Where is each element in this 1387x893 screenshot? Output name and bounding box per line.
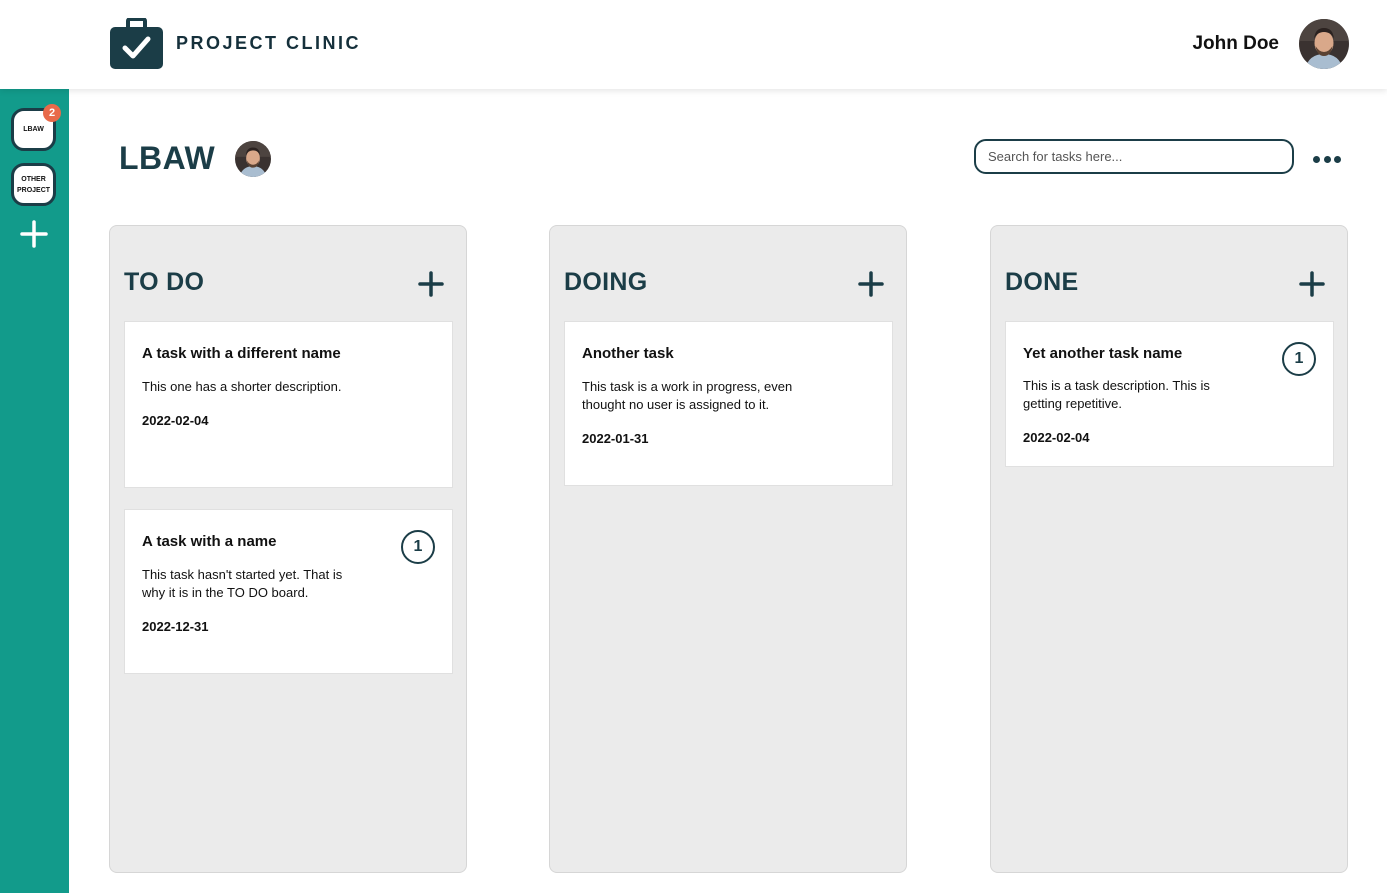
user-name: John Doe: [1192, 33, 1279, 54]
task-description: This task is a work in progress, even th…: [582, 379, 793, 412]
column-title: DOING: [564, 268, 648, 296]
task-search-input[interactable]: [974, 139, 1294, 174]
task-title: Another task: [582, 345, 674, 362]
column-title: TO DO: [124, 268, 205, 296]
task-card[interactable]: A task with a different name This one ha…: [124, 321, 453, 488]
column-title: DONE: [1005, 268, 1079, 296]
user-avatar[interactable]: [1299, 19, 1349, 69]
project-header: LBAW: [119, 140, 272, 177]
task-due-date: 2022-02-04: [142, 413, 209, 428]
assignee-count-badge[interactable]: 1: [401, 530, 435, 564]
task-description: This task hasn't started yet. That is wh…: [142, 567, 343, 600]
project-member-avatar[interactable]: [235, 140, 272, 177]
column-to-do: TO DO A task with a different name This …: [109, 225, 467, 873]
sidebar-project-lbaw[interactable]: LBAW 2: [11, 104, 61, 151]
sidebar-project-label: LBAW: [23, 126, 44, 133]
brand[interactable]: PROJECT CLINIC: [110, 18, 361, 69]
add-task-plus-icon[interactable]: [858, 271, 884, 297]
briefcase-check-icon: [110, 18, 163, 69]
project-sidebar: LBAW 2 OTHER PROJECT: [0, 89, 69, 893]
dot: [1323, 155, 1331, 163]
task-title: A task with a different name: [142, 345, 341, 362]
task-due-date: 2022-02-04: [1023, 430, 1090, 445]
task-title: Yet another task name: [1023, 345, 1183, 362]
task-card[interactable]: Yet another task name This is a task des…: [1005, 321, 1334, 467]
task-due-date: 2022-01-31: [582, 431, 649, 446]
task-card[interactable]: Another task This task is a work in prog…: [564, 321, 893, 486]
task-title: A task with a name: [142, 533, 277, 550]
sidebar-project-other-project[interactable]: OTHER PROJECT: [11, 163, 56, 206]
task-card[interactable]: A task with a name This task hasn't star…: [124, 509, 453, 674]
ellipsis-icon[interactable]: [1313, 153, 1341, 165]
notification-badge: 2: [43, 104, 61, 122]
dot: [1334, 155, 1341, 163]
add-task-plus-icon[interactable]: [418, 271, 444, 297]
app-name: PROJECT CLINIC: [176, 33, 362, 53]
task-description: This is a task description. This is gett…: [1023, 378, 1210, 411]
user-menu[interactable]: John Doe: [1192, 19, 1349, 69]
top-bar: PROJECT CLINIC John Doe: [0, 0, 1387, 89]
task-due-date: 2022-12-31: [142, 619, 209, 634]
project-title: LBAW: [119, 140, 216, 176]
sidebar-project-label: OTHER PROJECT: [16, 175, 51, 194]
assignee-count-badge[interactable]: 1: [1282, 342, 1316, 376]
column-doing: DOING Another task This task is a work i…: [549, 225, 907, 873]
task-description: This one has a shorter description.: [142, 379, 342, 394]
dot: [1313, 155, 1320, 163]
add-task-plus-icon[interactable]: [1299, 271, 1325, 297]
add-project-plus-icon[interactable]: [19, 219, 49, 249]
column-done: DONE Yet another task name This is a tas…: [990, 225, 1348, 873]
